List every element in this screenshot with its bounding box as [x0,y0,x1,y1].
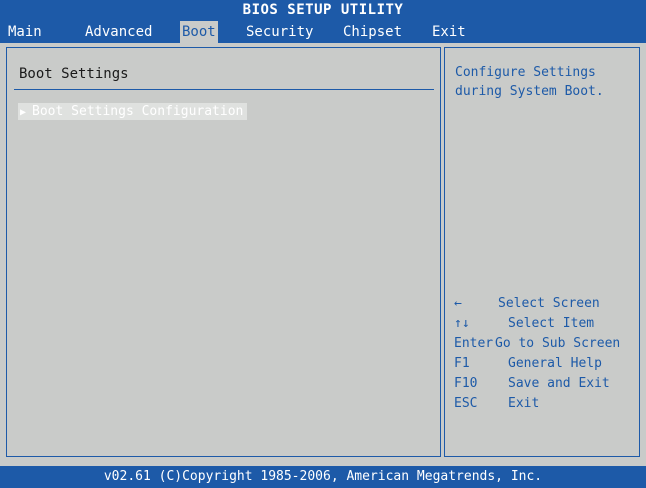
key-row-select-screen: ← Select Screen [454,294,640,314]
enter-key: Enter [454,336,494,351]
key-row-exit: ESC Exit [454,394,640,414]
key-desc: Go to Sub Screen [495,336,621,351]
help-panel: Configure Settings during System Boot. ←… [444,47,640,457]
tab-boot[interactable]: Boot [180,21,218,43]
key-desc: Exit [508,396,540,411]
title-bar: BIOS SETUP UTILITY [0,0,646,21]
key-row-sub-screen: Enter Go to Sub Screen [454,334,640,354]
key-desc: Save and Exit [508,376,610,391]
help-description: Configure Settings during System Boot. [455,65,604,99]
tab-exit[interactable]: Exit [430,21,468,43]
esc-key: ESC [454,396,478,411]
copyright-footer: v02.61 (C)Copyright 1985-2006, American … [0,466,646,488]
key-desc: General Help [508,356,602,371]
key-row-select-item: ↑↓ Select Item [454,314,640,334]
menu-bar: Main Advanced Boot Security Chipset Exit [0,21,646,43]
bios-screen: BIOS SETUP UTILITY Main Advanced Boot Se… [0,0,646,488]
tab-security[interactable]: Security [244,21,315,43]
tab-advanced[interactable]: Advanced [83,21,154,43]
key-row-save-exit: F10 Save and Exit [454,374,640,394]
page-title: Boot Settings [19,66,129,82]
up-down-arrow-key: ↑↓ [454,316,470,331]
main-panel: Boot Settings ▶ Boot Settings Configurati… [6,47,441,457]
key-row-general-help: F1 General Help [454,354,640,374]
f10-key: F10 [454,376,478,391]
key-desc: Select Screen [498,296,600,311]
boot-settings-configuration-label: Boot Settings Configuration [32,104,244,119]
tab-chipset[interactable]: Chipset [341,21,404,43]
title-divider [14,89,434,90]
key-legend: ← Select Screen ↑↓ Select Item Enter Go … [454,294,640,414]
key-desc: Select Item [508,316,595,331]
boot-settings-configuration-item[interactable]: ▶ Boot Settings Configuration [18,103,248,120]
left-arrow-key: ← [454,296,462,311]
copyright-text: v02.61 (C)Copyright 1985-2006, American … [103,469,543,484]
triangle-right-icon: ▶ [20,107,27,118]
f1-key: F1 [454,356,470,371]
tab-main[interactable]: Main [6,21,44,43]
app-title: BIOS SETUP UTILITY [242,2,404,18]
